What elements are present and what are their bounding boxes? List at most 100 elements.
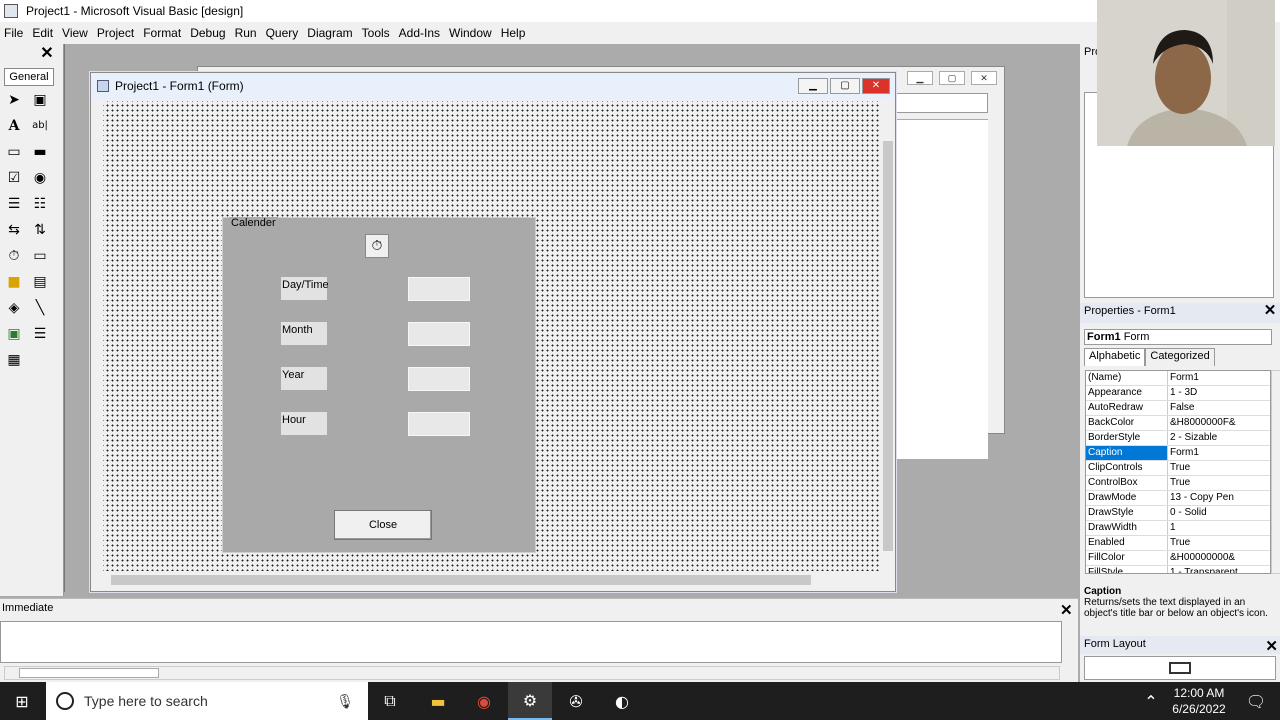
scrollbar-thumb[interactable]	[111, 575, 811, 585]
property-value[interactable]: False	[1168, 401, 1270, 415]
property-value[interactable]: True	[1168, 536, 1270, 550]
scrollbar-thumb[interactable]	[883, 141, 893, 551]
close-icon[interactable]: ✕	[1265, 637, 1278, 655]
textbox-icon[interactable]: ab|	[30, 116, 50, 136]
menu-format[interactable]: Format	[143, 26, 181, 40]
property-value[interactable]: Form1	[1168, 446, 1270, 460]
tab-alphabetic[interactable]: Alphabetic	[1084, 348, 1146, 366]
close-icon[interactable]: ✕	[862, 78, 890, 94]
menu-add-ins[interactable]: Add-Ins	[399, 26, 440, 40]
property-row[interactable]: AutoRedraw False	[1086, 401, 1270, 416]
line-icon[interactable]: ╲	[30, 298, 50, 318]
windows-start-icon[interactable]: ⊞	[0, 682, 44, 720]
label-year[interactable]: Year	[281, 367, 327, 390]
property-value[interactable]: &H00000000&	[1168, 551, 1270, 565]
maximize-icon[interactable]: ▢	[830, 78, 860, 94]
property-value[interactable]: 1 - Transparent	[1168, 566, 1270, 573]
menu-run[interactable]: Run	[235, 26, 257, 40]
drivelist-icon[interactable]: ▭	[30, 246, 50, 266]
label-icon[interactable]: A	[4, 116, 24, 136]
minimize-icon[interactable]: ▁	[907, 71, 933, 85]
menu-help[interactable]: Help	[501, 26, 526, 40]
horizontal-scrollbar[interactable]	[4, 666, 1060, 680]
menu-query[interactable]: Query	[266, 26, 299, 40]
calender-frame[interactable]: Calender ⏱ Day/Time Month Year Hour Clos…	[222, 217, 536, 553]
property-row[interactable]: (Name) Form1	[1086, 371, 1270, 386]
property-row[interactable]: FillColor &H00000000&	[1086, 551, 1270, 566]
menu-diagram[interactable]: Diagram	[307, 26, 352, 40]
scrollbar-thumb[interactable]	[19, 668, 159, 678]
timer-icon[interactable]: ⏱	[365, 234, 389, 258]
listbox-icon[interactable]: ☷	[30, 194, 50, 214]
close-icon[interactable]: ✕	[1262, 303, 1278, 320]
task-view-icon[interactable]: ⧉	[368, 682, 412, 720]
property-row[interactable]: DrawMode 13 - Copy Pen	[1086, 491, 1270, 506]
notifications-icon[interactable]: 🗨	[1234, 682, 1278, 720]
checkbox-icon[interactable]: ☑	[4, 168, 24, 188]
form-design-surface[interactable]: Calender ⏱ Day/Time Month Year Hour Clos…	[103, 101, 881, 571]
immediate-input[interactable]	[0, 621, 1062, 663]
property-value[interactable]: True	[1168, 476, 1270, 490]
property-row[interactable]: ControlBox True	[1086, 476, 1270, 491]
property-value[interactable]: 1	[1168, 521, 1270, 535]
file-explorer-icon[interactable]: ▬	[416, 682, 460, 720]
property-value[interactable]: 2 - Sizable	[1168, 431, 1270, 445]
horizontal-scrollbar[interactable]	[95, 573, 881, 587]
property-row[interactable]: Enabled True	[1086, 536, 1270, 551]
microphone-icon[interactable]: 🎙	[336, 693, 354, 710]
image-icon[interactable]: ▣	[4, 324, 24, 344]
visual-basic-icon[interactable]: ⚙	[508, 682, 552, 720]
textbox-hour[interactable]	[408, 412, 470, 436]
textbox-daytime[interactable]	[408, 277, 470, 301]
tray-chevron-icon[interactable]: ⌃	[1136, 682, 1166, 720]
menu-debug[interactable]: Debug	[190, 26, 225, 40]
object-selector[interactable]: Form1 Form	[1084, 329, 1272, 345]
pointer-icon[interactable]: ➤	[4, 90, 24, 110]
property-row[interactable]: DrawWidth 1	[1086, 521, 1270, 536]
close-icon[interactable]: ✕	[38, 46, 56, 63]
property-value[interactable]: True	[1168, 461, 1270, 475]
property-row[interactable]: Caption Form1	[1086, 446, 1270, 461]
property-value[interactable]: 1 - 3D	[1168, 386, 1270, 400]
procedure-combo[interactable]	[896, 93, 988, 113]
filelist-icon[interactable]: ▤	[30, 272, 50, 292]
close-button[interactable]: Close	[334, 510, 432, 540]
property-row[interactable]: Appearance 1 - 3D	[1086, 386, 1270, 401]
menu-tools[interactable]: Tools	[362, 26, 390, 40]
app-icon[interactable]: ◐	[600, 682, 644, 720]
close-icon[interactable]: ✕	[971, 71, 997, 85]
textbox-year[interactable]	[408, 367, 470, 391]
property-value[interactable]: 13 - Copy Pen	[1168, 491, 1270, 505]
menu-project[interactable]: Project	[97, 26, 134, 40]
menu-window[interactable]: Window	[449, 26, 492, 40]
vscrollbar-icon[interactable]: ⇅	[30, 220, 50, 240]
tab-categorized[interactable]: Categorized	[1145, 348, 1215, 366]
shape-icon[interactable]: ◈	[4, 298, 24, 318]
media-app-icon[interactable]: ✇	[554, 682, 598, 720]
property-row[interactable]: BorderStyle 2 - Sizable	[1086, 431, 1270, 446]
minimize-icon[interactable]: ▁	[798, 78, 828, 94]
hscrollbar-icon[interactable]: ⇆	[4, 220, 24, 240]
dirlist-icon[interactable]: ■	[4, 272, 24, 292]
command-button-icon[interactable]: ▬	[30, 142, 50, 162]
textbox-month[interactable]	[408, 322, 470, 346]
menu-file[interactable]: File	[4, 26, 23, 40]
menu-edit[interactable]: Edit	[32, 26, 53, 40]
option-button-icon[interactable]: ◉	[30, 168, 50, 188]
timer-icon[interactable]: ⏱	[4, 246, 24, 266]
picturebox-icon[interactable]: ▣	[30, 90, 50, 110]
form-layout-preview[interactable]	[1084, 656, 1276, 680]
code-pane[interactable]	[896, 119, 988, 459]
property-value[interactable]: 0 - Solid	[1168, 506, 1270, 520]
chrome-icon[interactable]: ◉	[462, 682, 506, 720]
combobox-icon[interactable]: ☰	[4, 194, 24, 214]
close-icon[interactable]: ✕	[1060, 601, 1073, 619]
label-daytime[interactable]: Day/Time	[281, 277, 329, 300]
vertical-scrollbar[interactable]	[1271, 370, 1280, 574]
property-row[interactable]: ClipControls True	[1086, 461, 1270, 476]
frame-icon[interactable]: ▭	[4, 142, 24, 162]
toolbox-tab-general[interactable]: General	[4, 68, 54, 86]
maximize-icon[interactable]: ▢	[939, 71, 965, 85]
label-hour[interactable]: Hour	[281, 412, 327, 435]
ole-icon[interactable]: ▦	[4, 350, 24, 370]
